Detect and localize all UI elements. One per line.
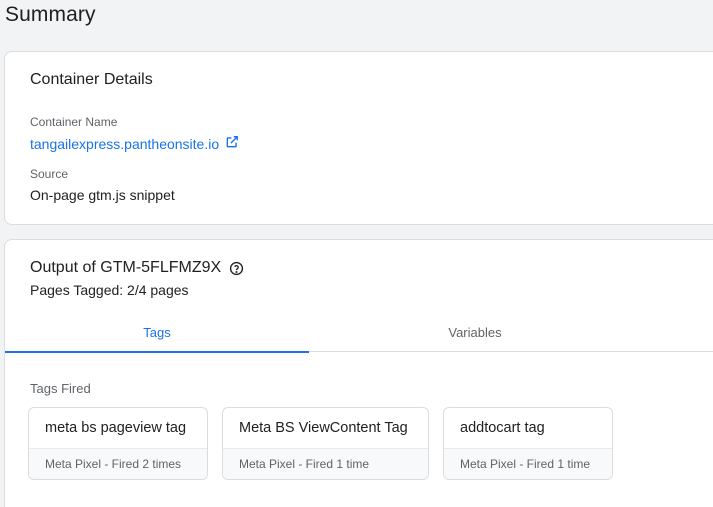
source-label: Source	[30, 167, 69, 181]
tag-meta: Meta Pixel - Fired 2 times	[29, 448, 207, 479]
output-tabs: Tags Variables	[5, 312, 713, 353]
container-details-title: Container Details	[30, 71, 153, 88]
container-name-value[interactable]: tangailexpress.pantheonsite.io	[30, 136, 219, 152]
container-details-card: Container Details Container Name tangail…	[4, 51, 713, 225]
tag-card[interactable]: meta bs pageview tag Meta Pixel - Fired …	[28, 407, 208, 480]
tags-fired-label: Tags Fired	[30, 381, 91, 396]
tag-name: Meta BS ViewContent Tag	[239, 420, 408, 436]
tag-meta: Meta Pixel - Fired 1 time	[223, 448, 428, 479]
tag-card[interactable]: Meta BS ViewContent Tag Meta Pixel - Fir…	[222, 407, 429, 480]
tag-meta: Meta Pixel - Fired 1 time	[444, 448, 612, 479]
container-name-link[interactable]: tangailexpress.pantheonsite.io	[30, 135, 239, 152]
output-card: Output of GTM-5FLFMZ9X Pages Tagged: 2/4…	[4, 239, 713, 507]
external-link-icon[interactable]	[225, 135, 239, 152]
pages-tagged: Pages Tagged: 2/4 pages	[30, 282, 189, 298]
help-circle-icon[interactable]	[229, 261, 244, 276]
source-value: On-page gtm.js snippet	[30, 187, 175, 203]
tag-name: meta bs pageview tag	[45, 420, 187, 436]
tab-tags[interactable]: Tags	[5, 312, 309, 353]
output-title-row: Output of GTM-5FLFMZ9X	[30, 259, 244, 277]
tag-card[interactable]: addtocart tag Meta Pixel - Fired 1 time	[443, 407, 613, 480]
output-title: Output of GTM-5FLFMZ9X	[30, 259, 222, 276]
container-name-label: Container Name	[30, 115, 118, 129]
page-title: Summary	[5, 3, 96, 26]
tab-variables[interactable]: Variables	[309, 312, 641, 352]
tag-name: addtocart tag	[460, 420, 545, 436]
